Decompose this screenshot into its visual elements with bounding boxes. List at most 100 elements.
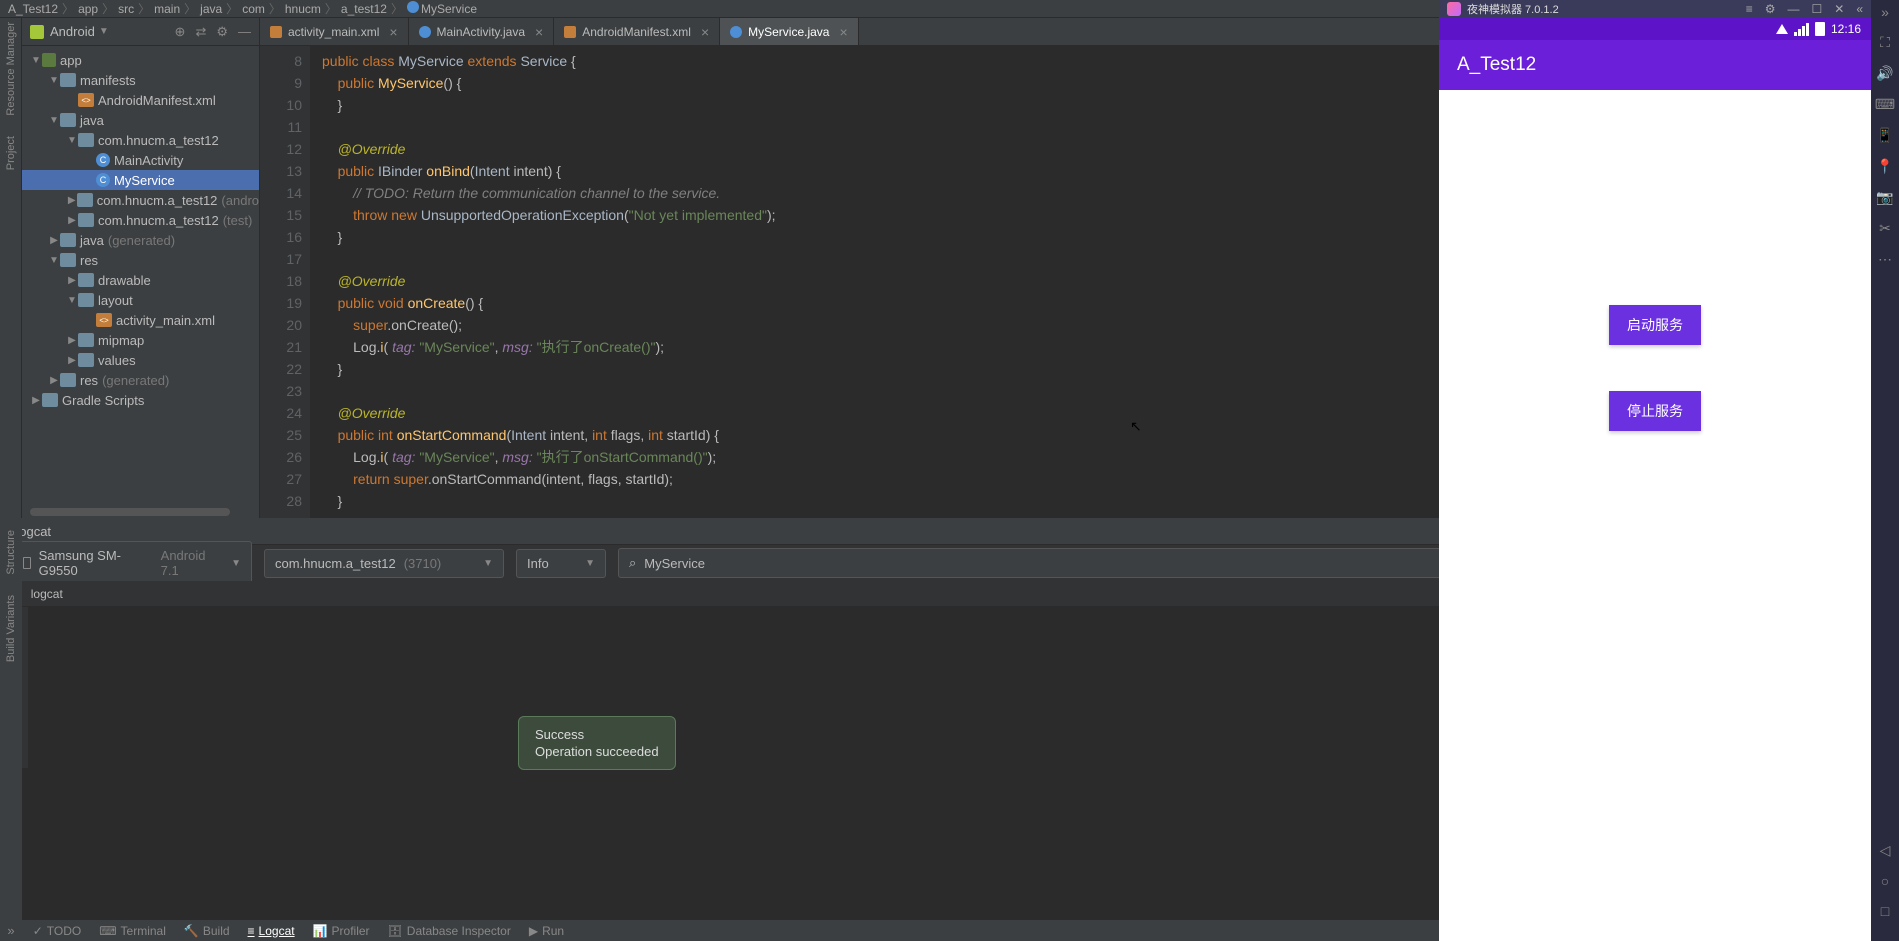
tree-item[interactable]: res(generated) <box>22 370 259 390</box>
fullscreen-icon[interactable]: ⛶ <box>1880 34 1890 51</box>
breadcrumb-item[interactable]: src <box>118 2 134 16</box>
breadcrumb-item[interactable]: com <box>242 2 265 16</box>
emulator-titlebar[interactable]: 夜神模拟器 7.0.1.2 ≡ ⚙ — ☐ ✕ « <box>1439 0 1871 18</box>
breadcrumb-item[interactable]: java <box>200 2 222 16</box>
wifi-icon <box>1776 24 1788 34</box>
tree-item[interactable]: java(generated) <box>22 230 259 250</box>
close-icon[interactable]: × <box>701 24 709 40</box>
tree-item[interactable]: com.hnucm.a_test12(test) <box>22 210 259 230</box>
file-class-icon: C <box>96 153 110 167</box>
rail-tab[interactable]: Resource Manager <box>5 22 17 116</box>
start-service-button[interactable]: 启动服务 <box>1609 305 1701 345</box>
tree-item[interactable]: values <box>22 350 259 370</box>
collapse-icon[interactable]: » <box>1881 4 1889 20</box>
tab-label: MainActivity.java <box>437 25 525 39</box>
bottom-tool-build[interactable]: 🔨Build <box>184 924 230 938</box>
tree-item[interactable]: <>activity_main.xml <box>22 310 259 330</box>
horizontal-scrollbar[interactable] <box>22 506 259 518</box>
close-icon[interactable]: ✕ <box>1834 2 1844 16</box>
toast-title: Success <box>535 727 659 742</box>
file-xml-icon: <> <box>78 93 94 107</box>
collapse-icon[interactable]: ⇄ <box>195 24 206 40</box>
breadcrumb-item[interactable]: A_Test12 <box>8 2 58 16</box>
tree-item[interactable]: drawable <box>22 270 259 290</box>
project-header[interactable]: Android ▼ ⊕ ⇄ ⚙ — <box>22 18 259 46</box>
breadcrumb-item[interactable]: a_test12 <box>341 2 387 16</box>
tree-label: values <box>98 353 136 368</box>
tree-item[interactable]: manifests <box>22 70 259 90</box>
editor-tab[interactable]: activity_main.xml × <box>260 18 409 45</box>
maximize-icon[interactable]: ☐ <box>1811 2 1822 16</box>
close-icon[interactable]: × <box>535 24 543 40</box>
tab-label: MyService.java <box>748 25 829 39</box>
emulator-screen[interactable]: 12:16 A_Test12 启动服务 停止服务 <box>1439 18 1871 941</box>
tree-label: java <box>80 233 104 248</box>
gear-icon[interactable]: ⚙ <box>216 24 228 40</box>
bottom-tool-todo[interactable]: ✓TODO <box>33 924 82 938</box>
scissors-icon[interactable]: ✂ <box>1879 220 1891 237</box>
bottom-tool-strip: » ✓TODO ⌨Terminal 🔨Build ≡Logcat 📊Profiler 🗄Da… <box>0 919 1526 941</box>
tree-item[interactable]: app <box>22 50 259 70</box>
close-icon[interactable]: × <box>389 24 397 40</box>
tree-item[interactable]: java <box>22 110 259 130</box>
tree-item[interactable]: com.hnucm.a_test12 <box>22 130 259 150</box>
tree-item[interactable]: res <box>22 250 259 270</box>
bottom-tool-database-inspector[interactable]: 🗄Database Inspector <box>388 924 511 938</box>
hide-icon[interactable]: — <box>238 24 251 40</box>
tree-item[interactable]: <>AndroidManifest.xml <box>22 90 259 110</box>
record-icon[interactable]: ⋯ <box>1878 251 1892 268</box>
folder-icon <box>78 273 94 287</box>
breadcrumb-item[interactable]: hnucm <box>285 2 321 16</box>
tree-item[interactable]: com.hnucm.a_test12(andro <box>22 190 259 210</box>
bottom-tool-profiler[interactable]: 📊Profiler <box>313 924 370 938</box>
shake-icon[interactable]: 📱 <box>1876 127 1893 144</box>
screenshot-icon[interactable]: 📷 <box>1876 189 1893 206</box>
tree-item[interactable]: layout <box>22 290 259 310</box>
bottom-tool-logcat[interactable]: ≡Logcat <box>248 924 295 938</box>
location-icon[interactable]: 📍 <box>1876 158 1893 175</box>
collapse-icon[interactable]: « <box>1856 2 1863 16</box>
tree-label: res <box>80 373 98 388</box>
signal-icon <box>1794 23 1809 36</box>
tree-label: java <box>80 113 104 128</box>
tree-item[interactable]: Gradle Scripts <box>22 390 259 410</box>
target-icon[interactable]: ⊕ <box>175 24 186 40</box>
project-tree[interactable]: app manifests <>AndroidManifest.xml java com… <box>22 46 259 506</box>
editor-tab[interactable]: AndroidManifest.xml× <box>554 18 720 45</box>
tree-item[interactable]: CMyService <box>22 170 259 190</box>
left-bottom-rail: Structure Build Variants <box>0 520 22 919</box>
close-icon[interactable]: × <box>839 24 847 40</box>
tree-label: manifests <box>80 73 136 88</box>
line-gutter: 8910111213141516171819202122232425262728 <box>260 46 310 518</box>
folder-icon <box>77 193 92 207</box>
expand-icon[interactable]: » <box>0 919 22 941</box>
tree-item[interactable]: mipmap <box>22 330 259 350</box>
tree-label: Gradle Scripts <box>62 393 144 408</box>
volume-icon[interactable]: 🔊 <box>1876 65 1893 82</box>
breadcrumb-item[interactable]: MyService <box>407 1 477 16</box>
tab-label: activity_main.xml <box>288 25 379 39</box>
menu-icon[interactable]: ≡ <box>1746 2 1753 16</box>
rail-tab[interactable]: Structure <box>5 530 17 575</box>
editor-tab[interactable]: MainActivity.java × <box>409 18 555 45</box>
rail-tab[interactable]: Build Variants <box>5 595 17 662</box>
rail-tab[interactable]: Project <box>5 136 17 170</box>
tree-label: com.hnucm.a_test12 <box>98 213 219 228</box>
back-icon[interactable]: ◁ <box>1880 842 1891 859</box>
bottom-tool-terminal[interactable]: ⌨Terminal <box>99 924 166 938</box>
home-icon[interactable]: ○ <box>1881 873 1889 889</box>
tree-item[interactable]: CMainActivity <box>22 150 259 170</box>
editor-tab[interactable]: MyService.java × <box>720 18 859 45</box>
recents-icon[interactable]: □ <box>1881 903 1889 919</box>
device-dropdown[interactable]: Samsung SM-G9550 Android 7.1 ▼ <box>12 541 252 585</box>
minimize-icon[interactable]: — <box>1787 2 1799 16</box>
breadcrumb[interactable]: A_Test12〉app〉src〉main〉java〉com〉hnucm〉a_t… <box>8 0 477 17</box>
gear-icon[interactable]: ⚙ <box>1765 2 1776 16</box>
process-dropdown[interactable]: com.hnucm.a_test12 (3710) ▼ <box>264 549 504 578</box>
breadcrumb-item[interactable]: main <box>154 2 180 16</box>
stop-service-button[interactable]: 停止服务 <box>1609 391 1701 431</box>
level-dropdown[interactable]: Info ▼ <box>516 549 606 578</box>
keyboard-icon[interactable]: ⌨ <box>1875 96 1895 113</box>
bottom-tool-run[interactable]: ▶Run <box>529 924 564 938</box>
breadcrumb-item[interactable]: app <box>78 2 98 16</box>
